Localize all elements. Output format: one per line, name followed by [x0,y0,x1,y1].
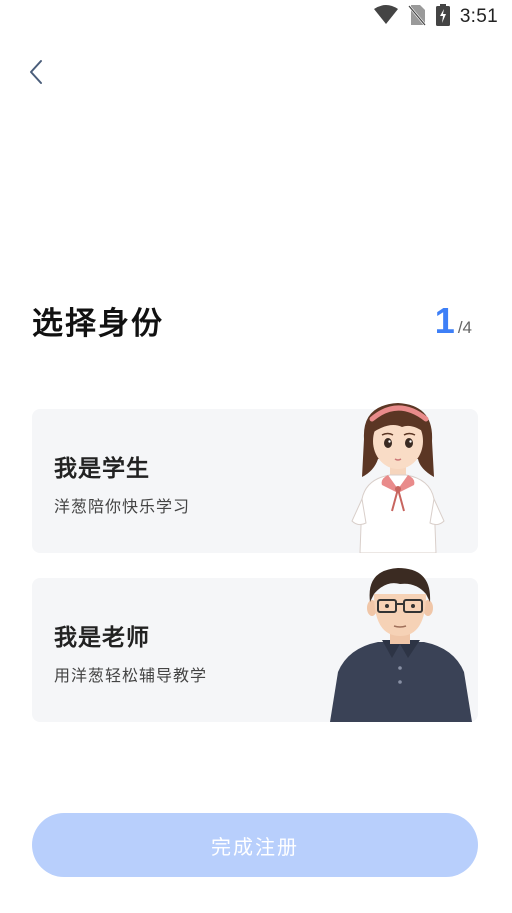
battery-charging-icon [435,4,450,30]
teacher-illustration [330,568,472,722]
student-illustration [351,403,445,553]
role-card-student[interactable]: 我是学生 洋葱陪你快乐学习 [32,403,478,553]
status-time: 3:51 [459,6,498,27]
status-icons: 3:51 [373,4,498,30]
no-sim-icon [407,4,426,30]
step-indicator: 1 /4 [435,300,472,342]
role-card-teacher[interactable]: 我是老师 用洋葱轻松辅导教学 [32,568,478,722]
role-subtitle: 用洋葱轻松辅导教学 [54,666,208,685]
wifi-icon [373,5,398,29]
role-title: 我是老师 [54,625,150,651]
role-subtitle: 洋葱陪你快乐学习 [54,497,191,516]
complete-registration-button[interactable]: 完成注册 [32,813,478,877]
page-title: 选择身份 [32,306,164,342]
chevron-left-icon [29,59,43,89]
step-total: /4 [457,318,472,337]
status-bar: 3:51 [0,0,512,34]
role-title: 我是学生 [54,456,150,482]
step-current: 1 [434,300,455,341]
back-button[interactable] [18,56,54,92]
